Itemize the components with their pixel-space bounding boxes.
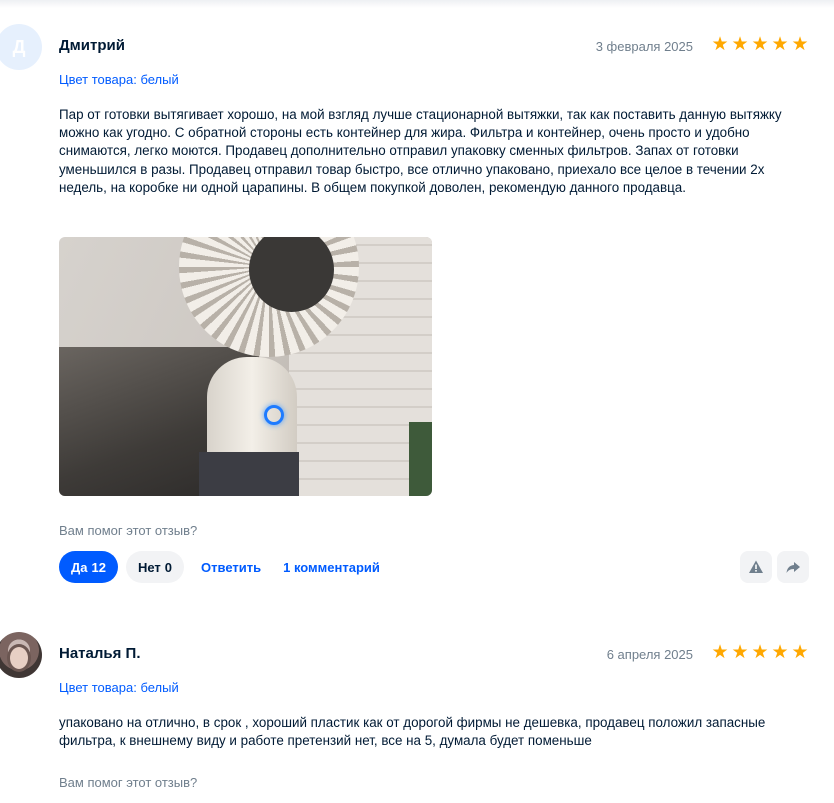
star-icon: ★ [791,34,809,55]
product-color[interactable]: Цвет товара: белый [59,680,179,695]
review-actions: Да 12 Нет 0 Ответить 1 комментарий [59,551,380,583]
helpful-yes-button[interactable]: Да 12 [59,551,118,583]
rating-stars: ★ ★ ★ ★ ★ [711,34,809,55]
star-icon: ★ [751,34,769,55]
top-divider [0,0,834,8]
avatar [0,632,42,678]
avatar-letter: Д [12,36,26,57]
star-icon: ★ [771,34,789,55]
comments-link[interactable]: 1 комментарий [283,560,380,575]
helpful-no-button[interactable]: Нет 0 [125,551,185,583]
rating-stars: ★ ★ ★ ★ ★ [711,642,809,663]
review-photo[interactable] [59,237,432,496]
reply-link[interactable]: Ответить [201,560,261,575]
review-text: упаковано на отлично, в срок , хороший п… [59,715,766,749]
review-author[interactable]: Дмитрий [59,37,125,54]
share-arrow-icon [786,562,800,573]
helpful-question: Вам помог этот отзыв? [59,775,198,790]
yes-label: Да [71,559,88,575]
review-date: 6 апреля 2025 [606,647,693,662]
star-icon: ★ [771,642,789,663]
avatar: Д [0,24,42,70]
no-label: Нет [137,559,161,575]
warning-icon [749,560,763,573]
review-date: 3 февраля 2025 [595,39,693,54]
star-icon: ★ [791,642,809,663]
star-icon: ★ [711,642,729,663]
share-button[interactable] [777,551,809,583]
star-icon: ★ [711,34,729,55]
review-text: Пар от готовки вытягивает хорошо, на мой… [59,107,782,195]
review-author[interactable]: Наталья П. [59,645,140,662]
star-icon: ★ [751,642,769,663]
helpful-question: Вам помог этот отзыв? [59,523,198,538]
star-icon: ★ [731,34,749,55]
report-button[interactable] [740,551,772,583]
no-count: 0 [164,559,173,575]
product-color[interactable]: Цвет товара: белый [59,72,179,87]
star-icon: ★ [731,642,749,663]
yes-count: 12 [91,559,106,575]
